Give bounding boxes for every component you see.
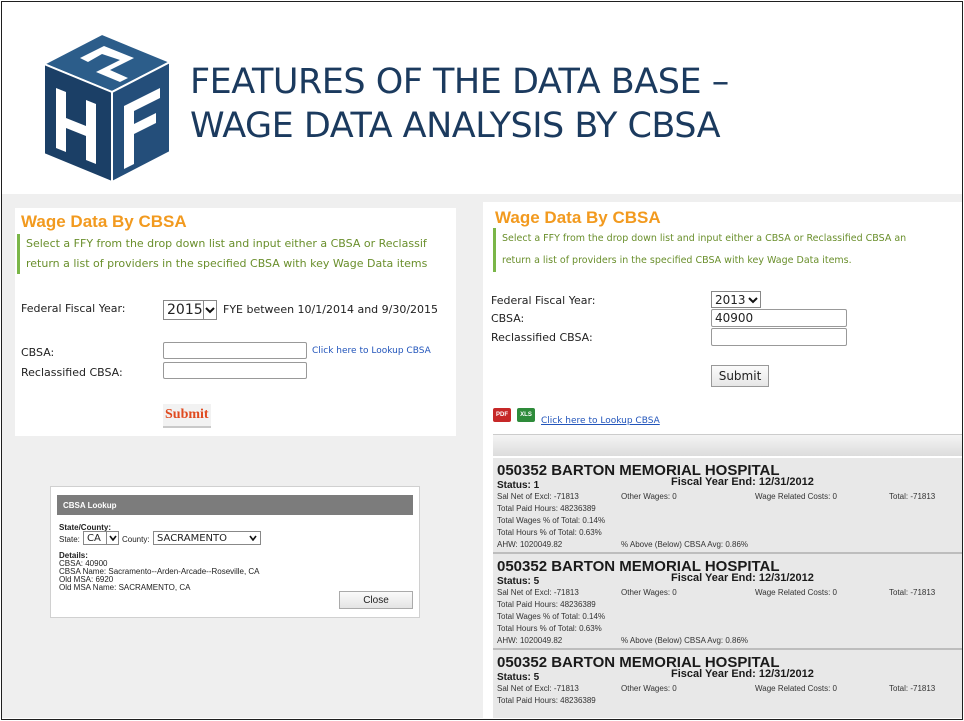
status-text: Status: 1 xyxy=(497,480,540,491)
slide-title-line2: WAGE DATA ANALYSIS BY CBSA xyxy=(190,106,721,146)
state-select[interactable]: CA xyxy=(83,531,119,545)
lookup-header: CBSA Lookup xyxy=(57,495,413,515)
fiscal-year-end: Fiscal Year End: 12/31/2012 xyxy=(671,668,814,680)
county-select-value: SACRAMENTO xyxy=(157,532,227,544)
other-wages-text: Other Wages: 0 xyxy=(621,684,677,693)
lookup-cbsa-link[interactable]: Click here to Lookup CBSA xyxy=(312,346,431,356)
paid-hours-text: Total Paid Hours: 48236389 xyxy=(497,696,596,705)
chevron-down-icon xyxy=(202,301,216,319)
pct-above-text: % Above (Below) CBSA Avg: 0.86% xyxy=(621,540,749,549)
details-line: Old MSA Name: SACRAMENTO, CA xyxy=(59,583,191,592)
slide-title: FEATURES OF THE DATA BASE – WAGE DATA AN… xyxy=(190,60,930,148)
hf-logo-icon xyxy=(41,32,173,184)
ffy-select[interactable]: 2013 xyxy=(711,291,761,308)
hospital-record: 050352 BARTON MEMORIAL HOSPITAL Status: … xyxy=(493,554,962,650)
panel-description: Select a FFY from the drop down list and… xyxy=(17,234,427,274)
wages-pct-text: Total Wages % of Total: 0.14% xyxy=(497,516,606,525)
hours-pct-text: Total Hours % of Total: 0.63% xyxy=(497,528,602,537)
reclassified-cbsa-input[interactable] xyxy=(163,362,307,379)
wage-related-text: Wage Related Costs: 0 xyxy=(755,588,837,597)
cbsa-label: CBSA: xyxy=(491,312,525,325)
lookup-cbsa-link[interactable]: Click here to Lookup CBSA xyxy=(541,416,660,426)
submit-button[interactable]: Submit xyxy=(711,365,769,387)
slide-title-line1: FEATURES OF THE DATA BASE – xyxy=(190,62,729,102)
paid-hours-text: Total Paid Hours: 48236389 xyxy=(497,504,596,513)
cbsa-label: CBSA: xyxy=(21,346,55,359)
other-wages-text: Other Wages: 0 xyxy=(621,492,677,501)
submit-button[interactable]: Submit xyxy=(163,404,211,428)
reclassified-cbsa-input[interactable] xyxy=(711,328,847,346)
wage-related-text: Wage Related Costs: 0 xyxy=(755,684,837,693)
county-select[interactable]: SACRAMENTO xyxy=(153,531,261,545)
description-line: return a list of providers in the specif… xyxy=(502,255,852,266)
state-select-value: CA xyxy=(87,532,101,544)
xls-export-icon[interactable]: XLS xyxy=(517,408,535,422)
panel-heading: Wage Data By CBSA xyxy=(495,208,661,227)
reclassified-cbsa-label: Reclassified CBSA: xyxy=(21,366,123,379)
description-line: Select a FFY from the drop down list and… xyxy=(502,233,907,244)
state-label: State: xyxy=(59,535,80,544)
status-text: Status: 5 xyxy=(497,576,540,587)
fiscal-year-end: Fiscal Year End: 12/31/2012 xyxy=(671,476,814,488)
reclassified-cbsa-label: Reclassified CBSA: xyxy=(491,331,593,344)
chevron-down-icon xyxy=(746,292,760,307)
results-header-bar xyxy=(493,434,962,456)
fye-note: FYE between 10/1/2014 and 9/30/2015 xyxy=(223,303,439,316)
sal-net-text: Sal Net of Excl: -71813 xyxy=(497,588,579,597)
total-text: Total: -71813 xyxy=(889,684,936,693)
ffy-label: Federal Fiscal Year: xyxy=(491,294,596,307)
ffy-select[interactable]: 2015 xyxy=(163,300,217,320)
chevron-down-icon xyxy=(246,532,260,544)
panel-description: Select a FFY from the drop down list and… xyxy=(493,228,906,272)
total-text: Total: -71813 xyxy=(889,492,936,501)
wages-pct-text: Total Wages % of Total: 0.14% xyxy=(497,612,606,621)
cbsa-lookup-panel: CBSA Lookup State/County: State: CA Coun… xyxy=(50,486,420,618)
wage-data-results-panel: Wage Data By CBSA Select a FFY from the … xyxy=(483,202,962,718)
panel-heading: Wage Data By CBSA xyxy=(21,212,187,231)
total-text: Total: -71813 xyxy=(889,588,936,597)
title-bar: FEATURES OF THE DATA BASE – WAGE DATA AN… xyxy=(2,2,962,192)
pdf-export-icon[interactable]: PDF xyxy=(493,408,511,422)
wage-data-form-panel: Wage Data By CBSA Select a FFY from the … xyxy=(15,208,456,436)
paid-hours-text: Total Paid Hours: 48236389 xyxy=(497,600,596,609)
ffy-select-value: 2015 xyxy=(167,302,203,318)
sal-net-text: Sal Net of Excl: -71813 xyxy=(497,492,579,501)
status-text: Status: 5 xyxy=(497,672,540,683)
cbsa-input[interactable] xyxy=(163,342,307,359)
ahw-text: AHW: 1020049.82 xyxy=(497,636,563,645)
ahw-text: AHW: 1020049.82 xyxy=(497,540,563,549)
close-button[interactable]: Close xyxy=(339,591,413,609)
pct-above-text: % Above (Below) CBSA Avg: 0.86% xyxy=(621,636,749,645)
other-wages-text: Other Wages: 0 xyxy=(621,588,677,597)
fiscal-year-end: Fiscal Year End: 12/31/2012 xyxy=(671,572,814,584)
description-line: return a list of providers in the specif… xyxy=(26,257,428,270)
sal-net-text: Sal Net of Excl: -71813 xyxy=(497,684,579,693)
chevron-down-icon xyxy=(106,532,118,544)
ffy-label: Federal Fiscal Year: xyxy=(21,302,126,315)
hours-pct-text: Total Hours % of Total: 0.63% xyxy=(497,624,602,633)
wage-related-text: Wage Related Costs: 0 xyxy=(755,492,837,501)
cbsa-input[interactable]: 40900 xyxy=(711,309,847,327)
county-label: County: xyxy=(122,535,150,544)
hospital-record: 050352 BARTON MEMORIAL HOSPITAL Status: … xyxy=(493,650,962,718)
description-line: Select a FFY from the drop down list and… xyxy=(26,237,427,250)
ffy-select-value: 2013 xyxy=(715,292,746,307)
hospital-record: 050352 BARTON MEMORIAL HOSPITAL Status: … xyxy=(493,458,962,554)
